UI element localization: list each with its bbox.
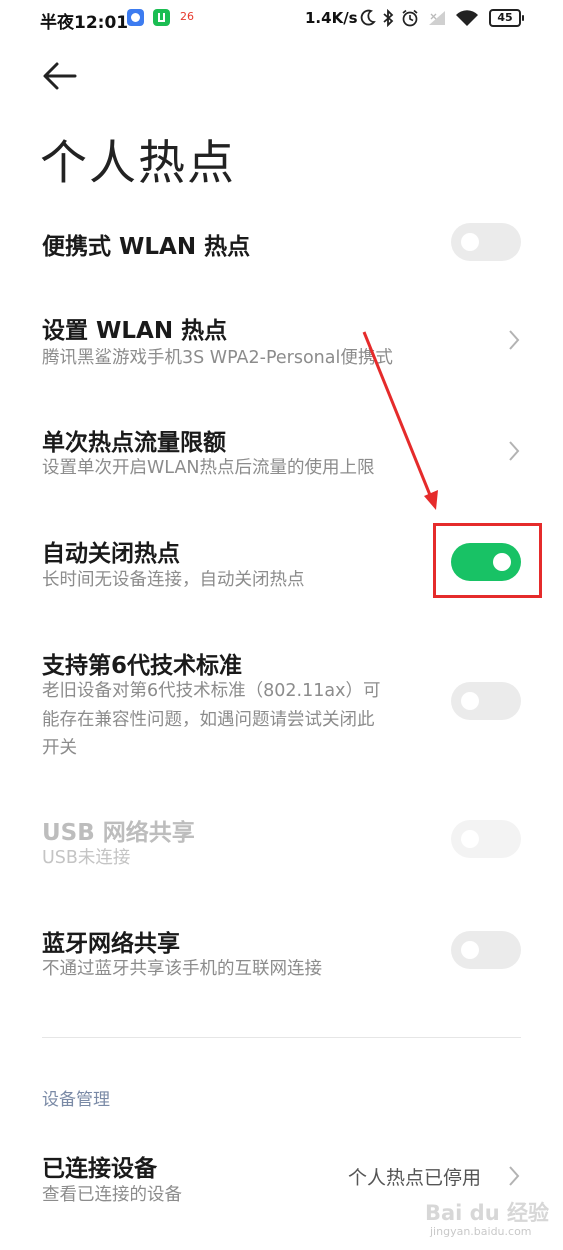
setting-title: 已连接设备 xyxy=(42,1156,157,1182)
wifi-icon xyxy=(456,10,478,26)
wifi6-toggle[interactable] xyxy=(451,682,521,720)
setting-traffic-limit[interactable]: 单次热点流量限额 设置单次开启WLAN热点后流量的使用上限 xyxy=(0,417,563,487)
usb-tethering-toggle xyxy=(451,820,521,858)
chevron-right-icon xyxy=(509,441,520,461)
setting-title: 支持第6代技术标准 xyxy=(42,653,243,679)
alarm-icon xyxy=(402,9,418,27)
setting-subtitle: 不通过蓝牙共享该手机的互联网连接 xyxy=(42,959,322,979)
setting-title: 设置 WLAN 热点 xyxy=(42,318,228,344)
setting-usb-tethering: USB 网络共享 USB未连接 xyxy=(0,807,563,877)
annotation-highlight-box xyxy=(433,523,542,598)
signal-icon xyxy=(429,11,445,25)
portable-hotspot-toggle[interactable] xyxy=(451,223,521,261)
network-speed: 1.4K/s xyxy=(305,9,358,27)
toggle-knob xyxy=(461,830,479,848)
calendar-badge: 26 xyxy=(180,10,194,23)
chevron-right-icon xyxy=(509,1166,520,1186)
setting-subtitle-line: 老旧设备对第6代技术标准（802.11ax）可 xyxy=(42,681,381,701)
moon-icon xyxy=(360,9,376,26)
section-divider xyxy=(42,1037,521,1038)
setting-subtitle: 腾讯黑鲨游戏手机3S WPA2-Personal便携式 xyxy=(42,348,393,368)
app-notification-icon xyxy=(127,9,144,26)
setting-title: USB 网络共享 xyxy=(42,820,195,846)
chevron-right-icon xyxy=(509,330,520,350)
setting-bluetooth-tethering[interactable]: 蓝牙网络共享 不通过蓝牙共享该手机的互联网连接 xyxy=(0,918,563,988)
battery-icon: 45 xyxy=(489,9,524,27)
watermark-logo: Bai du 经验 xyxy=(425,1201,549,1225)
setting-subtitle-line: 开关 xyxy=(42,738,77,758)
setting-title: 单次热点流量限额 xyxy=(42,430,226,456)
bluetooth-tethering-toggle[interactable] xyxy=(451,931,521,969)
setting-title: 便携式 WLAN 热点 xyxy=(42,234,251,260)
setting-title: 蓝牙网络共享 xyxy=(42,931,180,957)
bluetooth-icon xyxy=(383,9,394,27)
toggle-knob xyxy=(461,941,479,959)
watermark-url: jingyan.baidu.com xyxy=(430,1225,532,1238)
status-bar: 半夜12:01 26 1.4K/s 45 xyxy=(0,0,563,36)
setting-portable-wlan-hotspot[interactable]: 便携式 WLAN 热点 xyxy=(0,215,563,275)
setting-wifi6-standard[interactable]: 支持第6代技术标准 老旧设备对第6代技术标准（802.11ax）可 能存在兼容性… xyxy=(0,640,563,760)
app-notification-icon-2 xyxy=(153,9,170,26)
setting-subtitle: 设置单次开启WLAN热点后流量的使用上限 xyxy=(42,458,375,478)
toggle-knob xyxy=(461,233,479,251)
setting-subtitle: 长时间无设备连接，自动关闭热点 xyxy=(42,570,305,590)
page-title: 个人热点 xyxy=(40,136,236,191)
setting-subtitle: 查看已连接的设备 xyxy=(42,1185,182,1205)
setting-setup-wlan-hotspot[interactable]: 设置 WLAN 热点 腾讯黑鲨游戏手机3S WPA2-Personal便携式 xyxy=(0,305,563,375)
toggle-knob xyxy=(461,692,479,710)
setting-subtitle-line: 能存在兼容性问题，如遇问题请尝试关闭此 xyxy=(42,710,375,730)
hotspot-status-value: 个人热点已停用 xyxy=(348,1167,482,1189)
setting-subtitle: USB未连接 xyxy=(42,848,131,868)
section-header-device-management: 设备管理 xyxy=(42,1090,110,1110)
setting-title: 自动关闭热点 xyxy=(42,541,180,567)
status-time: 半夜12:01 xyxy=(40,13,129,33)
back-arrow-icon[interactable] xyxy=(42,60,78,92)
